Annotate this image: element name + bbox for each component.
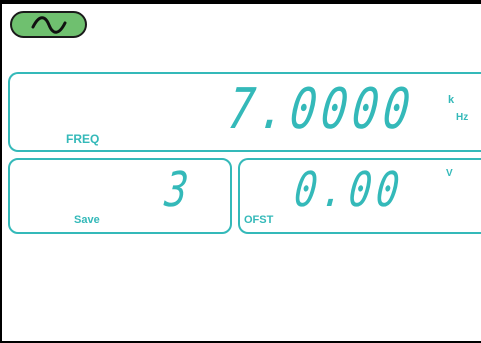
- top-border: [0, 0, 481, 4]
- frequency-panel[interactable]: 7.0000 k Hz FREQ: [8, 72, 481, 152]
- frequency-label: FREQ: [66, 132, 100, 146]
- frequency-unit-prefix: k: [448, 94, 455, 106]
- offset-panel[interactable]: 0.00 V OFST: [238, 158, 481, 234]
- save-value: 3: [162, 162, 191, 218]
- offset-label: OFST: [244, 214, 274, 226]
- offset-value: 0.00: [292, 162, 407, 218]
- save-panel[interactable]: 3 Save: [8, 158, 232, 234]
- left-border: [0, 0, 2, 343]
- frequency-value: 7.0000: [224, 77, 418, 142]
- sine-wave-icon: [31, 15, 66, 34]
- frequency-unit: Hz: [456, 112, 469, 123]
- display-screen: 7.0000 k Hz FREQ 3 Save 0.00 V OFST: [0, 0, 481, 343]
- save-label: Save: [74, 214, 100, 226]
- offset-unit: V: [446, 168, 453, 179]
- waveform-button[interactable]: [10, 11, 87, 38]
